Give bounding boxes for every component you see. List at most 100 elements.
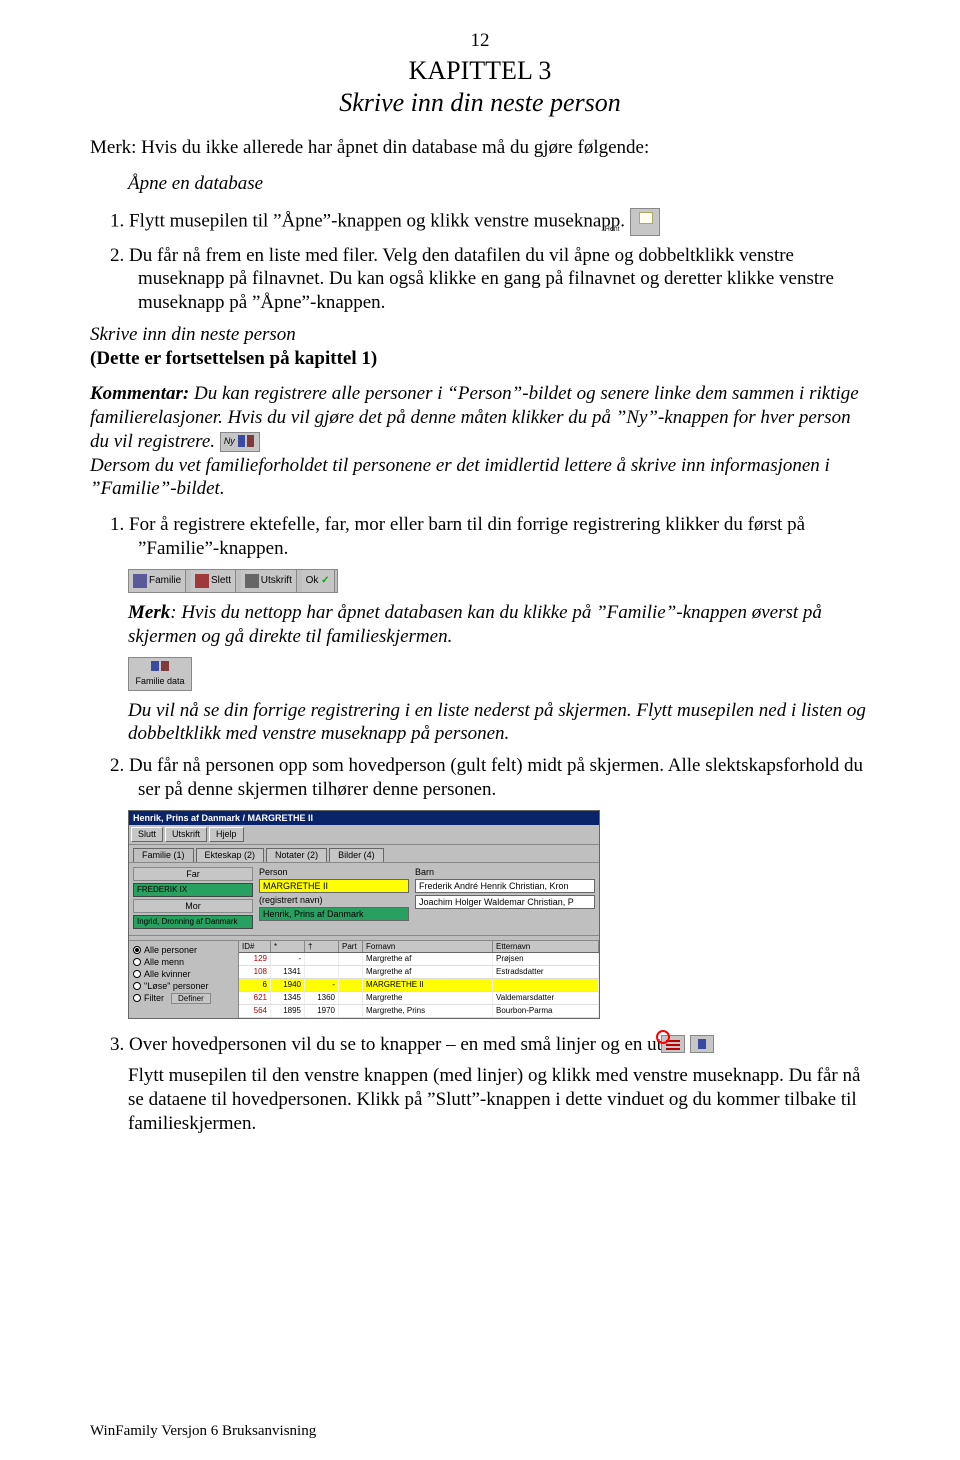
cell [339, 979, 363, 991]
radio-women: Alle kvinner [133, 969, 234, 979]
grid-row: 564 1895 1970 Margrethe, Prins Bourbon-P… [239, 1005, 599, 1018]
grid-row: 621 1345 1360 Margrethe Valdemarsdatter [239, 992, 599, 1005]
radio-men: Alle menn [133, 957, 234, 967]
ny-icon-label: Ny [224, 436, 235, 447]
step-1-text: 1. Flytt musepilen til ”Åpne”-knappen og… [110, 210, 625, 231]
main-step-3-cont: Flytt musepilen til den venstre knappen … [90, 1064, 870, 1135]
main-step-3: 3. Over hovedpersonen vil du se to knapp… [100, 1033, 870, 1057]
tb-slett-label: Slett [211, 575, 231, 586]
tab-bilder: Bilder (4) [329, 848, 384, 862]
window-lower: Alle personer Alle menn Alle kvinner "Lø… [129, 941, 599, 1018]
step-2: 2. Du får nå frem en liste med filer. Ve… [100, 244, 870, 315]
open-db-heading: Åpne en database [128, 172, 870, 196]
window-tabs: Familie (1) Ekteskap (2) Notater (2) Bil… [129, 845, 599, 863]
cell: 129 [239, 953, 271, 965]
tb-ok: Ok ✓ [302, 570, 335, 592]
cell [305, 966, 339, 978]
cell [339, 953, 363, 965]
window-btn-slutt: Slutt [131, 827, 163, 842]
step-1: 1. Flytt musepilen til ”Åpne”-knappen og… [100, 208, 870, 236]
grid-row-selected: 6 1940 - MARGRETHE II [239, 979, 599, 992]
family-window-screenshot: Henrik, Prins af Danmark / MARGRETHE II … [128, 810, 600, 1019]
gh-part: Part [339, 941, 363, 952]
radio-icon [133, 970, 141, 978]
cell: 1895 [271, 1005, 305, 1017]
radio-loose-label: "Løse" personer [144, 981, 208, 991]
grid-row: 108 1341 Margrethe af Estradsdatter [239, 966, 599, 979]
cell: 1341 [271, 966, 305, 978]
person-grid: ID# * † Part Fornavn Etternavn 129 - Mar… [239, 941, 599, 1018]
radio-loose: "Løse" personer [133, 981, 234, 991]
mor-button: Mor [133, 899, 253, 913]
radio-all: Alle personer [133, 945, 234, 955]
cell: 6 [239, 979, 271, 991]
main-step-1: 1. For å registrere ektefelle, far, mor … [100, 513, 870, 561]
kommentar-paragraph: Kommentar: Du kan registrere alle person… [90, 382, 870, 501]
kommentar-body: Du kan registrere alle personer i “Perso… [90, 383, 859, 452]
cell [339, 992, 363, 1004]
tb-utskrift: Utskrift [241, 570, 297, 592]
main-step-3-text-b: Flytt musepilen til den venstre knappen … [128, 1065, 860, 1134]
highlight-circle-icon [656, 1030, 670, 1044]
cell: Valdemarsdatter [493, 992, 599, 1004]
tb-utskrift-label: Utskrift [261, 575, 292, 586]
radio-icon [133, 994, 141, 1002]
gh-died: † [305, 941, 339, 952]
person-column: Person MARGRETHE II (registrert navn) He… [259, 867, 409, 931]
cell: 564 [239, 1005, 271, 1017]
kommentar-body-2: Dersom du vet familieforholdet til perso… [90, 455, 830, 500]
radio-filter-label: Filter [144, 993, 164, 1003]
section-2-title: Skrive inn din neste person [90, 324, 296, 345]
section-2-block: Skrive inn din neste person (Dette er fo… [90, 323, 870, 371]
barn-header: Barn [415, 867, 595, 877]
cell [493, 979, 599, 991]
window-titlebar: Henrik, Prins af Danmark / MARGRETHE II [129, 811, 599, 825]
radio-men-label: Alle menn [144, 957, 184, 967]
familie-data-label: Familie data [135, 676, 184, 686]
far-name: FREDERIK IX [133, 883, 253, 897]
cell: 1940 [271, 979, 305, 991]
kommentar-label: Kommentar: [90, 383, 189, 404]
grid-header-row: ID# * † Part Fornavn Etternavn [239, 941, 599, 953]
tb-slett: Slett [191, 570, 236, 592]
cell: 1970 [305, 1005, 339, 1017]
familie-data-icon: Familie data [128, 657, 192, 691]
cell: MARGRETHE II [363, 979, 493, 991]
definer-button: Definer [171, 993, 211, 1004]
gh-born: * [271, 941, 305, 952]
main-step-2: 2. Du får nå personen opp som hovedperso… [100, 754, 870, 802]
main-step-1-text: 1. For å registrere ektefelle, far, mor … [110, 514, 805, 559]
post-merk-paragraph: Du vil nå se din forrige registrering i … [90, 699, 870, 747]
parents-column: Far FREDERIK IX Mor Ingrid, Dronning af … [133, 867, 253, 931]
tb-familie: Familie [129, 570, 186, 592]
tb-familie-label: Familie [149, 575, 181, 586]
tb-ok-label: Ok [306, 575, 319, 586]
main-person-name: MARGRETHE II [259, 879, 409, 893]
radio-icon [133, 946, 141, 954]
document-page: 12 KAPITTEL 3 Skrive inn din neste perso… [0, 0, 960, 1460]
window-btn-utskrift: Utskrift [165, 827, 207, 842]
grid-row: 129 - Margrethe af Prøjsen [239, 953, 599, 966]
window-upper: Far FREDERIK IX Mor Ingrid, Dronning af … [129, 863, 599, 935]
section-2-sub: (Dette er fortsettelsen på kapittel 1) [90, 348, 377, 369]
cell [339, 1005, 363, 1017]
chapter-subtitle: Skrive inn din neste person [90, 88, 870, 118]
cell: - [305, 979, 339, 991]
cell: Margrethe af [363, 953, 493, 965]
cell: Margrethe [363, 992, 493, 1004]
mor-name: Ingrid, Dronning af Danmark [133, 915, 253, 929]
ny-icon: Ny [220, 432, 260, 452]
page-number: 12 [90, 30, 870, 52]
registrert-label: (registrert navn) [259, 895, 409, 905]
radio-filter: Filter Definer [133, 993, 234, 1004]
cell: Margrethe af [363, 966, 493, 978]
radio-icon [133, 982, 141, 990]
gh-fornavn: Fornavn [363, 941, 493, 952]
gh-etternavn: Etternavn [493, 941, 599, 952]
intro-line: Merk: Hvis du ikke allerede har åpnet di… [90, 136, 870, 160]
cell: Bourbon-Parma [493, 1005, 599, 1017]
barn-1: Frederik André Henrik Christian, Kron [415, 879, 595, 893]
tab-familie: Familie (1) [133, 848, 194, 862]
cell: Margrethe, Prins [363, 1005, 493, 1017]
person-header: Person [259, 867, 409, 877]
